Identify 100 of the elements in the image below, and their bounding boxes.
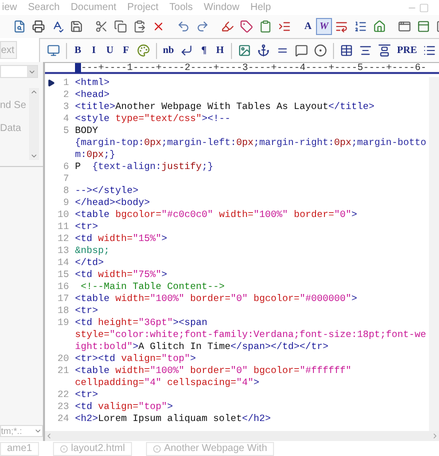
clipboard-icon[interactable] bbox=[259, 20, 272, 33]
format-button[interactable]: nb bbox=[160, 42, 177, 59]
code-line: <td height="36pt"><span bbox=[75, 317, 208, 329]
indent-icon[interactable] bbox=[278, 20, 291, 33]
line-number: 24 bbox=[57, 413, 69, 425]
list-item[interactable]: Data bbox=[0, 121, 29, 136]
wrap-lines-icon[interactable] bbox=[335, 20, 348, 33]
line-number: 13 bbox=[57, 245, 69, 257]
document-tab[interactable]: Another Webpage With bbox=[146, 442, 274, 456]
line-number: 21 bbox=[57, 365, 69, 377]
line-number: 9 bbox=[63, 197, 69, 209]
code-line: </head><body> bbox=[75, 197, 150, 209]
palette-icon[interactable] bbox=[136, 44, 150, 57]
print-preview-icon[interactable] bbox=[13, 20, 26, 33]
comment-icon[interactable] bbox=[295, 44, 308, 57]
table-icon[interactable] bbox=[340, 44, 353, 57]
code-line: style="color:white;font-family:Verdana;font-size:18pt;font-we bbox=[75, 329, 426, 341]
document-tab[interactable]: layout2.html bbox=[53, 442, 132, 456]
code-line: <table bgcolor="#c0c0c0" width="100%" border="0"> bbox=[75, 209, 358, 221]
menu-item[interactable]: Tools bbox=[169, 0, 193, 15]
line-number: 15 bbox=[57, 269, 69, 281]
format-button[interactable]: PRE bbox=[394, 42, 420, 59]
anchor-icon[interactable] bbox=[257, 44, 270, 57]
format-button[interactable]: I bbox=[86, 42, 102, 59]
code-line: <table width="100%" border="0" bgcolor="#000000"> bbox=[75, 293, 358, 305]
format-button[interactable]: ¶ bbox=[196, 42, 212, 59]
copy-icon[interactable] bbox=[114, 20, 127, 33]
line-break-icon[interactable] bbox=[180, 44, 193, 57]
line-number: 12 bbox=[57, 233, 69, 245]
panel-icon[interactable] bbox=[417, 20, 430, 33]
save-icon[interactable] bbox=[70, 20, 83, 33]
line-number: 8 bbox=[63, 185, 69, 197]
delete-icon[interactable] bbox=[152, 20, 165, 33]
list-icon[interactable] bbox=[423, 44, 436, 57]
line-number: 18 bbox=[57, 305, 69, 317]
code-line: <tr> bbox=[75, 305, 98, 317]
align-top-icon[interactable] bbox=[378, 44, 391, 57]
menu-item[interactable]: iew bbox=[2, 0, 18, 15]
line-number: 20 bbox=[57, 353, 69, 365]
code-line: ight:bold">A Glitch In Time</span></td></tr> bbox=[75, 341, 330, 353]
scroll-down-icon[interactable] bbox=[30, 152, 38, 160]
list-item[interactable]: nd Se bbox=[0, 98, 29, 113]
cut-icon[interactable] bbox=[95, 20, 108, 33]
paste-icon[interactable] bbox=[133, 20, 146, 33]
code-line: --></style> bbox=[75, 185, 138, 197]
menu-item[interactable]: Document bbox=[70, 0, 116, 15]
dropdown-field[interactable] bbox=[0, 65, 38, 78]
code-line: {margin-top:0px;margin-left:0px;margin-right:0px;margin-botto bbox=[75, 137, 426, 149]
image-icon[interactable] bbox=[238, 44, 251, 57]
highlighter-icon[interactable] bbox=[221, 20, 234, 33]
line-number: 17 bbox=[57, 293, 69, 305]
format-button[interactable]: W bbox=[316, 18, 332, 35]
menu-item[interactable]: Window bbox=[204, 0, 240, 15]
vertical-scrollbar[interactable] bbox=[29, 88, 39, 160]
tag-icon[interactable] bbox=[240, 20, 253, 33]
format-button[interactable]: H bbox=[212, 42, 228, 59]
code-line: &nbsp; bbox=[75, 245, 110, 257]
code-line: <td width="15%"> bbox=[75, 233, 168, 245]
undo-icon[interactable] bbox=[177, 20, 190, 33]
ruler-cursor bbox=[75, 62, 81, 72]
preview-icon[interactable] bbox=[46, 44, 60, 57]
code-line: BODY bbox=[75, 125, 100, 137]
window-icon[interactable] bbox=[398, 20, 411, 33]
align-center-icon[interactable] bbox=[359, 44, 372, 57]
code-line: <tr> bbox=[75, 221, 98, 233]
spellcheck-icon[interactable] bbox=[51, 20, 64, 33]
code-line: <head> bbox=[75, 89, 110, 101]
format-button[interactable]: F bbox=[118, 42, 134, 59]
line-number: 1 bbox=[63, 77, 69, 89]
menu-item[interactable]: Help bbox=[250, 0, 271, 15]
code-line: <h2>Lorem Ipsum aliquam solet</h2> bbox=[75, 413, 271, 425]
line-number: 23 bbox=[57, 401, 69, 413]
code-line: <tr> bbox=[75, 389, 98, 401]
line-number: 16 bbox=[57, 281, 69, 293]
filter-dropdown[interactable]: tm;*.: bbox=[0, 425, 43, 437]
format-button[interactable]: B bbox=[70, 42, 86, 59]
panel-tab[interactable]: ext bbox=[0, 41, 17, 59]
code-line: <style type="text/css"><!-- bbox=[75, 113, 230, 125]
line-number: 7 bbox=[63, 173, 69, 185]
code-line: cellpadding="4" cellspacing="4"> bbox=[75, 377, 260, 389]
scroll-up-icon[interactable] bbox=[30, 88, 38, 96]
menu-item[interactable]: Project bbox=[127, 0, 158, 15]
house-icon[interactable] bbox=[373, 20, 386, 33]
code-line: <!--Main Table Content--> bbox=[80, 281, 225, 293]
code-line: m:0px;} bbox=[75, 149, 116, 161]
menu-item[interactable]: Search bbox=[28, 0, 60, 15]
line-number: 6 bbox=[63, 161, 69, 173]
code-line: <tr><td valign="top"> bbox=[75, 353, 196, 365]
line-number: 22 bbox=[57, 389, 69, 401]
line-number: 3 bbox=[63, 101, 69, 113]
target-icon[interactable] bbox=[314, 44, 327, 57]
print-icon[interactable] bbox=[32, 20, 45, 33]
format-button[interactable]: U bbox=[102, 42, 118, 59]
line-number: 10 bbox=[57, 209, 69, 221]
code-line: <table width="100%" border="0" bgcolor="#ffffff" bbox=[75, 365, 352, 377]
format-button[interactable]: A bbox=[300, 18, 316, 35]
code-line: <html> bbox=[75, 77, 110, 89]
document-tab[interactable]: ame1 bbox=[0, 442, 40, 456]
numbered-list-icon[interactable] bbox=[354, 20, 367, 33]
redo-icon[interactable] bbox=[196, 20, 209, 33]
